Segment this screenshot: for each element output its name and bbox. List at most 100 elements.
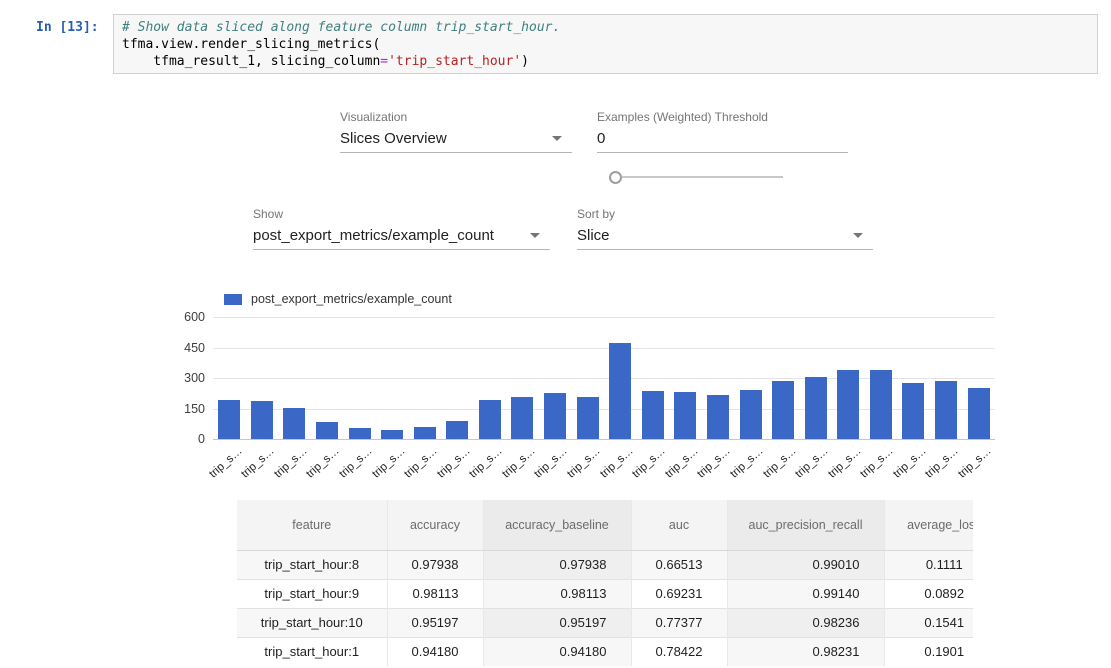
bar[interactable] bbox=[218, 400, 240, 439]
table-cell: 0.97938 bbox=[387, 550, 483, 579]
bar[interactable] bbox=[740, 390, 762, 439]
bar[interactable] bbox=[870, 370, 892, 439]
x-tick: trip_s… bbox=[343, 443, 376, 479]
table-cell: 0.95197 bbox=[483, 608, 631, 637]
column-header-feature[interactable]: feature bbox=[237, 500, 387, 550]
x-tick-label: trip_s… bbox=[337, 445, 374, 480]
threshold-slider[interactable] bbox=[609, 170, 783, 184]
bar[interactable] bbox=[805, 377, 827, 439]
code-operator: = bbox=[380, 54, 388, 69]
table-cell: 0.95197 bbox=[387, 608, 483, 637]
bar-band bbox=[832, 317, 865, 439]
bar-band bbox=[767, 317, 800, 439]
bar[interactable] bbox=[837, 370, 859, 439]
table-cell: trip_start_hour:9 bbox=[237, 579, 387, 608]
x-tick-label: trip_s… bbox=[305, 445, 342, 480]
x-tick-label: trip_s… bbox=[696, 445, 733, 480]
x-tick-label: trip_s… bbox=[565, 445, 602, 480]
bar-band bbox=[474, 317, 507, 439]
code-cell[interactable]: # Show data sliced along feature column … bbox=[113, 14, 1098, 74]
bar[interactable] bbox=[251, 401, 273, 439]
x-tick-label: trip_s… bbox=[858, 445, 895, 480]
bar[interactable] bbox=[511, 397, 533, 439]
x-tick-label: trip_s… bbox=[826, 445, 863, 480]
visualization-dropdown[interactable]: Visualization Slices Overview bbox=[340, 110, 572, 153]
y-tick-label: 450 bbox=[148, 341, 205, 355]
x-tick-label: trip_s… bbox=[663, 445, 700, 480]
x-axis: trip_s…trip_s…trip_s…trip_s…trip_s…trip_… bbox=[213, 443, 995, 479]
x-tick: trip_s… bbox=[571, 443, 604, 479]
table-cell: trip_start_hour:10 bbox=[237, 608, 387, 637]
x-tick-label: trip_s… bbox=[891, 445, 928, 480]
code-line: tfma.view.render_slicing_metrics( bbox=[122, 36, 1089, 53]
slider-knob[interactable] bbox=[609, 171, 622, 184]
column-header-auc[interactable]: auc bbox=[631, 500, 727, 550]
threshold-field[interactable]: Examples (Weighted) Threshold bbox=[597, 110, 848, 153]
bar[interactable] bbox=[544, 393, 566, 439]
bar-band bbox=[669, 317, 702, 439]
x-tick-label: trip_s… bbox=[630, 445, 667, 480]
x-tick-label: trip_s… bbox=[793, 445, 830, 480]
table-cell: 0.98236 bbox=[727, 608, 884, 637]
y-axis: 0150300450600 bbox=[148, 317, 205, 439]
bar[interactable] bbox=[707, 395, 729, 439]
table-cell: 0.78422 bbox=[631, 637, 727, 666]
bar[interactable] bbox=[446, 421, 468, 439]
bars bbox=[213, 317, 995, 439]
table-row: trip_start_hour:90.981130.981130.692310.… bbox=[237, 579, 973, 608]
x-tick-label: trip_s… bbox=[956, 445, 993, 480]
bar[interactable] bbox=[283, 408, 305, 439]
column-header-average_loss[interactable]: average_loss bbox=[884, 500, 973, 550]
bar-band bbox=[637, 317, 670, 439]
column-header-accuracy[interactable]: accuracy bbox=[387, 500, 483, 550]
y-tick-label: 0 bbox=[148, 432, 205, 446]
y-tick-label: 300 bbox=[148, 371, 205, 385]
bar-band bbox=[376, 317, 409, 439]
gridline bbox=[213, 439, 995, 440]
bar-band bbox=[702, 317, 735, 439]
sort-by-label: Sort by bbox=[577, 207, 873, 221]
threshold-input[interactable] bbox=[597, 130, 848, 147]
slider-track[interactable] bbox=[622, 176, 783, 178]
bar[interactable] bbox=[902, 383, 924, 439]
show-label: Show bbox=[253, 207, 550, 221]
x-tick-label: trip_s… bbox=[924, 445, 961, 480]
bar-band bbox=[278, 317, 311, 439]
x-tick-label: trip_s… bbox=[533, 445, 570, 480]
bar[interactable] bbox=[642, 391, 664, 439]
table-cell: 0.98113 bbox=[387, 579, 483, 608]
table-cell: 0.94180 bbox=[483, 637, 631, 666]
x-tick-label: trip_s… bbox=[500, 445, 537, 480]
sort-by-dropdown[interactable]: Sort by Slice bbox=[577, 207, 873, 250]
metrics-table-container: featureaccuracyaccuracy_baselineaucauc_p… bbox=[237, 500, 973, 666]
bar[interactable] bbox=[674, 392, 696, 439]
column-header-auc_precision_recall[interactable]: auc_precision_recall bbox=[727, 500, 884, 550]
code-text: tfma_result_1, slicing_column bbox=[122, 54, 380, 69]
table-cell: trip_start_hour:1 bbox=[237, 637, 387, 666]
table-body: trip_start_hour:80.979380.979380.665130.… bbox=[237, 550, 973, 666]
table-cell: 0.94180 bbox=[387, 637, 483, 666]
x-tick-label: trip_s… bbox=[402, 445, 439, 480]
bar[interactable] bbox=[479, 400, 501, 439]
bar[interactable] bbox=[381, 430, 403, 439]
chevron-down-icon[interactable] bbox=[853, 233, 863, 238]
chevron-down-icon[interactable] bbox=[552, 136, 562, 141]
legend-label: post_export_metrics/example_count bbox=[251, 292, 452, 306]
bar-band bbox=[930, 317, 963, 439]
bar-band bbox=[408, 317, 441, 439]
table-header-row: featureaccuracyaccuracy_baselineaucauc_p… bbox=[237, 500, 973, 550]
bar[interactable] bbox=[414, 427, 436, 439]
x-tick-label: trip_s… bbox=[272, 445, 309, 480]
bar[interactable] bbox=[772, 381, 794, 439]
bar[interactable] bbox=[935, 381, 957, 439]
column-header-accuracy_baseline[interactable]: accuracy_baseline bbox=[483, 500, 631, 550]
bar[interactable] bbox=[968, 388, 990, 439]
show-dropdown[interactable]: Show post_export_metrics/example_count bbox=[253, 207, 550, 250]
bar[interactable] bbox=[349, 428, 371, 439]
bar-band bbox=[734, 317, 767, 439]
bar[interactable] bbox=[609, 343, 631, 439]
bar[interactable] bbox=[577, 397, 599, 439]
chevron-down-icon[interactable] bbox=[530, 233, 540, 238]
visualization-label: Visualization bbox=[340, 110, 572, 124]
bar[interactable] bbox=[316, 422, 338, 439]
